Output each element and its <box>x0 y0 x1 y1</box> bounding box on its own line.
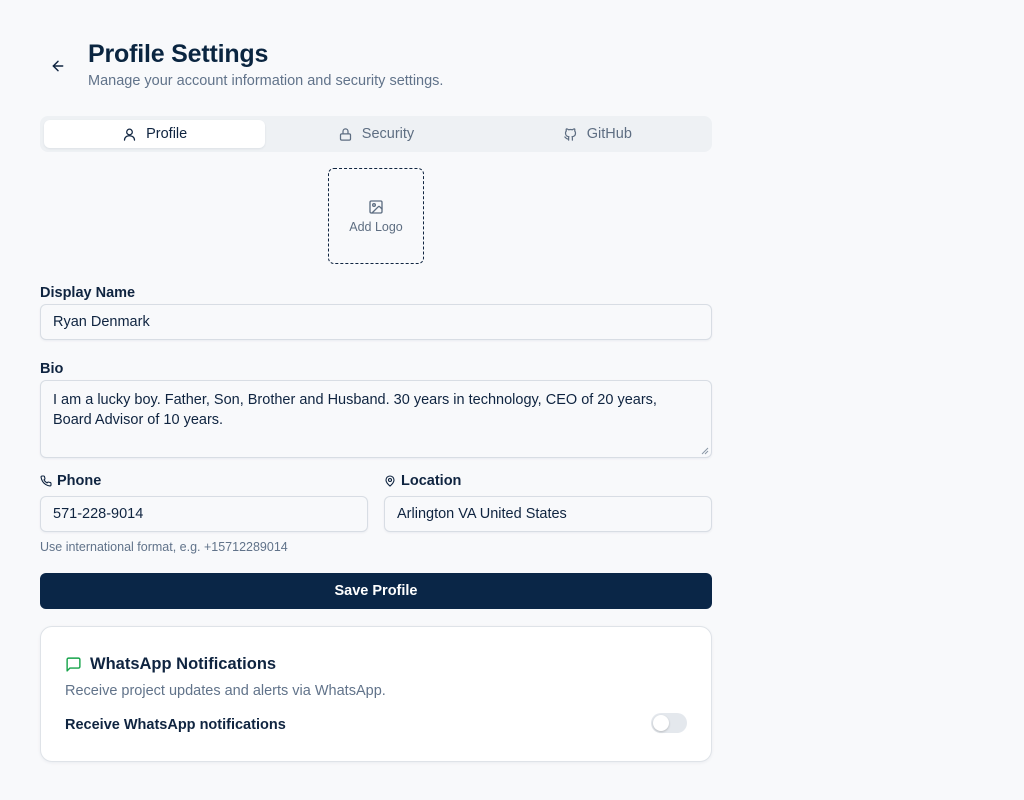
whatsapp-toggle[interactable] <box>651 713 687 733</box>
phone-label-text: Phone <box>57 473 102 489</box>
page-subtitle: Manage your account information and secu… <box>88 73 444 89</box>
map-pin-icon <box>385 475 395 487</box>
arrow-left-icon <box>52 60 64 72</box>
tab-label: Profile <box>146 126 188 142</box>
whatsapp-description: Receive project updates and alerts via W… <box>65 683 386 699</box>
add-logo-button[interactable]: Add Logo <box>328 168 424 264</box>
tab-github[interactable]: GitHub <box>487 120 708 148</box>
user-icon <box>123 128 136 141</box>
toggle-knob <box>653 715 669 731</box>
message-square-icon <box>66 657 81 672</box>
whatsapp-card: WhatsApp Notifications Receive project u… <box>40 626 712 762</box>
whatsapp-toggle-label: Receive WhatsApp notifications <box>65 717 286 733</box>
add-logo-label: Add Logo <box>349 219 403 234</box>
image-icon <box>369 199 383 214</box>
phone-icon <box>40 475 52 487</box>
display-name-input[interactable]: Ryan Denmark <box>40 304 712 340</box>
github-icon <box>564 127 576 141</box>
whatsapp-title: WhatsApp Notifications <box>65 655 276 674</box>
bio-text: I am a lucky boy. Father, Son, Brother a… <box>53 392 657 428</box>
location-input[interactable]: Arlington VA United States <box>384 496 712 532</box>
whatsapp-title-text: WhatsApp Notifications <box>90 655 277 673</box>
tab-label: GitHub <box>586 126 632 142</box>
tab-bar: Profile Security GitHub <box>40 116 712 152</box>
bio-label: Bio <box>40 361 64 377</box>
bio-textarea[interactable]: I am a lucky boy. Father, Son, Brother a… <box>40 380 712 458</box>
resize-handle-icon[interactable] <box>701 447 709 455</box>
page-title: Profile Settings <box>88 40 269 68</box>
back-button[interactable] <box>46 54 70 78</box>
tab-security[interactable]: Security <box>265 120 486 148</box>
phone-hint: Use international format, e.g. +15712289… <box>40 540 288 554</box>
phone-label: Phone <box>40 473 101 489</box>
phone-input[interactable]: 571-228-9014 <box>40 496 368 532</box>
location-label-text: Location <box>401 473 462 489</box>
location-label: Location <box>384 473 461 489</box>
display-name-label: Display Name <box>40 285 136 301</box>
save-profile-button[interactable]: Save Profile <box>40 573 712 609</box>
tab-label: Security <box>361 126 415 142</box>
lock-icon <box>339 127 351 141</box>
tab-profile[interactable]: Profile <box>44 120 266 148</box>
